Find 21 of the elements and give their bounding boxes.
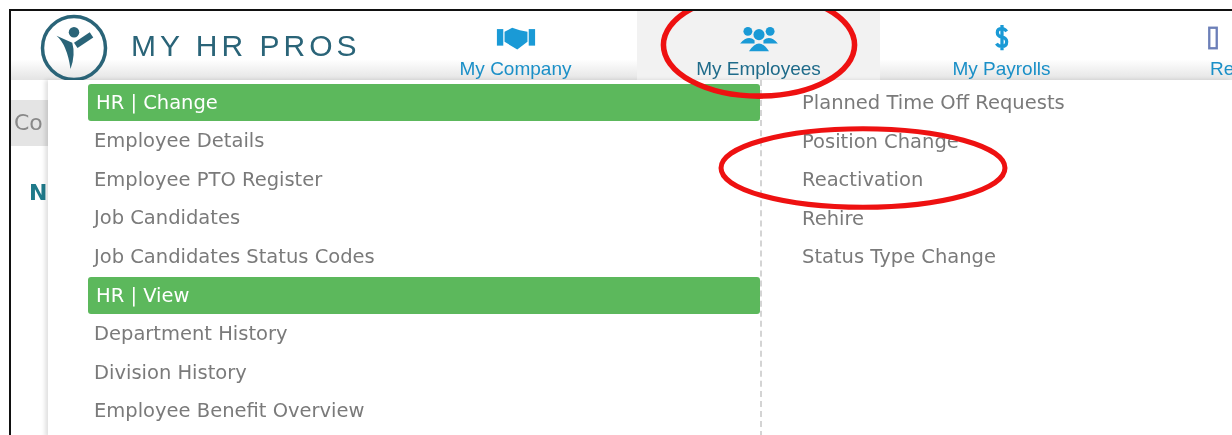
document-icon xyxy=(1206,24,1220,52)
menu-link[interactable]: Employee PTO Register xyxy=(88,160,760,199)
menu-section-header: HR | Change xyxy=(88,84,760,121)
brand-name: MY HR PROS xyxy=(131,28,361,63)
menu-link[interactable]: Employee Benefit Overview xyxy=(88,392,760,431)
menu-link[interactable]: Division History xyxy=(88,353,760,392)
logo-icon xyxy=(39,12,109,83)
menu-section-header: HR | View xyxy=(88,277,760,314)
menu-link[interactable]: Rehire xyxy=(802,199,1065,238)
menu-link[interactable]: Planned Time Off Requests xyxy=(802,84,1065,123)
people-icon xyxy=(738,24,779,52)
background-heading: N xyxy=(29,180,48,205)
menu-link[interactable]: Job Candidates Status Codes xyxy=(88,237,760,276)
menu-link[interactable]: Employee Details xyxy=(88,122,760,161)
nav-tab[interactable]: My Employees xyxy=(637,11,880,80)
menu-link[interactable]: Department History xyxy=(88,315,760,354)
menu-link[interactable]: Reactivation xyxy=(802,161,1065,200)
menu-link[interactable]: Status Type Change xyxy=(802,238,1065,277)
nav-tab[interactable]: My Payrolls xyxy=(880,11,1123,80)
menu-link[interactable]: Job Candidates xyxy=(88,199,760,238)
nav-tab[interactable]: My Company xyxy=(394,11,637,80)
